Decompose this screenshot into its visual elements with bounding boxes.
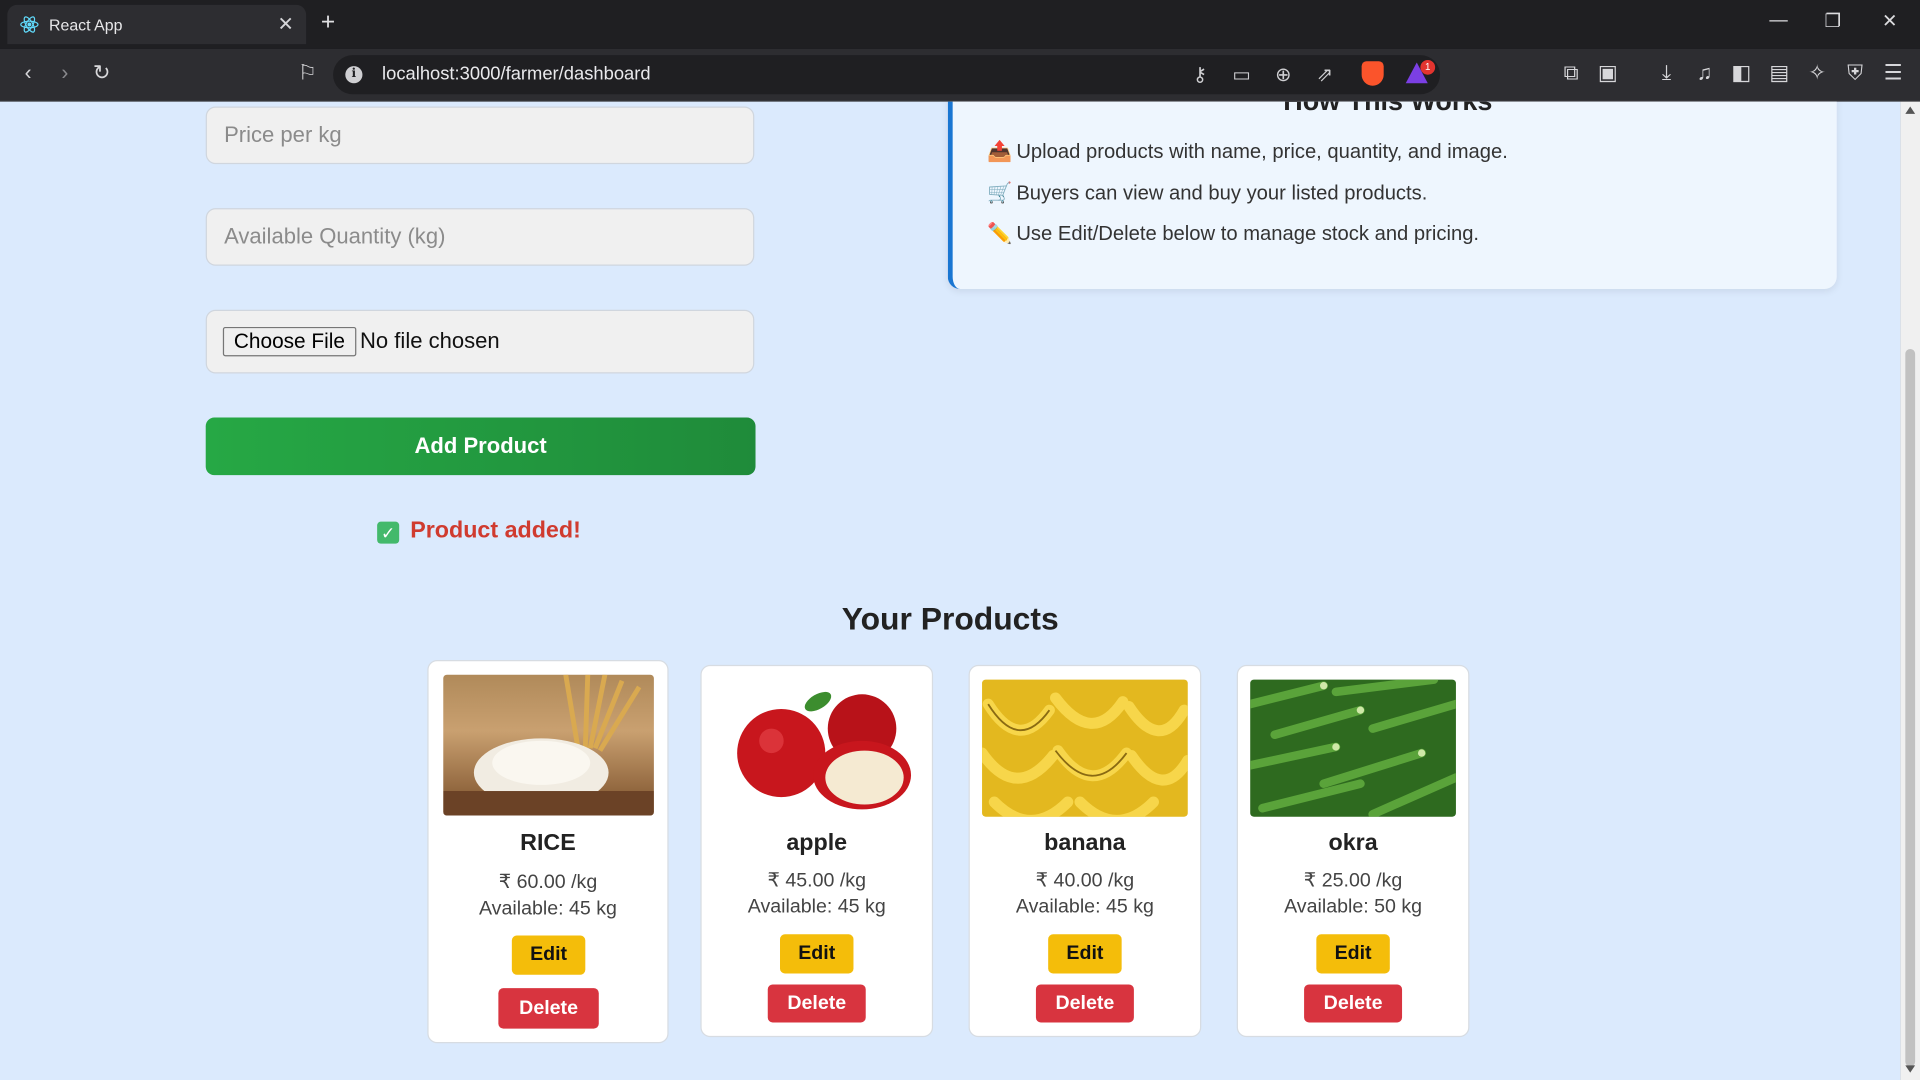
product-card: okra ₹ 25.00 /kg Available: 50 kg Edit D… <box>1236 664 1470 1038</box>
new-tab-icon[interactable]: + <box>321 9 335 37</box>
rewards-badge: 1 <box>1420 60 1436 75</box>
product-availability: Available: 45 kg <box>1015 896 1154 918</box>
how-item-text: Use Edit/Delete below to manage stock an… <box>1016 222 1480 245</box>
products-section-title: Your Products <box>841 600 1059 637</box>
price-input[interactable] <box>206 107 754 163</box>
status-text: Product added! <box>410 517 581 544</box>
scrollbar-thumb[interactable] <box>1905 348 1916 1067</box>
vpn-icon[interactable]: ⛨ <box>1842 60 1869 87</box>
browser-tab[interactable]: React App ✕ <box>7 4 307 45</box>
how-item: ✏️ Use Edit/Delete below to manage stock … <box>987 223 1479 246</box>
how-it-works-title: How This Works <box>1283 102 1492 118</box>
delete-button[interactable]: Delete <box>767 984 866 1023</box>
reader-icon[interactable]: ▣ <box>1594 60 1621 87</box>
delete-button[interactable]: Delete <box>1304 984 1403 1023</box>
check-icon: ✓ <box>377 521 400 544</box>
forward-icon[interactable]: › <box>51 60 78 87</box>
share-icon[interactable]: ⇗ <box>1313 62 1337 86</box>
product-availability: Available: 45 kg <box>478 898 617 920</box>
edit-button[interactable]: Edit <box>511 935 586 975</box>
address-bar[interactable]: i localhost:3000/farmer/dashboard ⚷ ▭ ⊕ … <box>333 55 1441 95</box>
edit-button[interactable]: Edit <box>780 934 854 974</box>
choose-file-button[interactable]: Choose File <box>222 326 356 357</box>
upload-icon: 📤 <box>986 140 1013 163</box>
extensions-icon[interactable]: ⧉ <box>1558 60 1585 87</box>
product-price: ₹ 25.00 /kg <box>1303 870 1403 892</box>
product-image <box>443 674 654 816</box>
product-image <box>717 679 919 817</box>
how-item: 📤 Upload products with name, price, quant… <box>987 141 1508 164</box>
how-item: 🛒 Buyers can view and buy your listed pro… <box>987 182 1427 205</box>
product-card: apple ₹ 45.00 /kg Available: 45 kg Edit … <box>700 664 934 1038</box>
back-icon[interactable]: ‹ <box>15 60 42 87</box>
product-name: apple <box>786 830 848 856</box>
download-icon[interactable]: ⤓ <box>1653 60 1680 87</box>
sidebar-icon[interactable]: ◧ <box>1728 60 1755 87</box>
site-info-icon[interactable]: i <box>345 66 363 84</box>
browser-toolbar: ‹ › ↻ ⚐ i localhost:3000/farmer/dashboar… <box>0 48 1920 102</box>
close-tab-icon[interactable]: ✕ <box>277 12 293 36</box>
how-item-text: Upload products with name, price, quanti… <box>1016 140 1508 163</box>
scroll-up-icon[interactable] <box>1905 106 1916 114</box>
file-status-text: No file chosen <box>360 328 500 353</box>
product-name: RICE <box>520 830 576 856</box>
zoom-icon[interactable]: ⊕ <box>1271 62 1295 86</box>
url-text: localhost:3000/farmer/dashboard <box>382 63 651 85</box>
delete-button[interactable]: Delete <box>1035 984 1134 1023</box>
bookmark-icon[interactable]: ⚐ <box>294 60 321 87</box>
product-card: RICE ₹ 60.00 /kg Available: 45 kg Edit D… <box>427 660 669 1044</box>
tab-strip: React App ✕ + — ❐ ✕ <box>0 0 1920 49</box>
price-field[interactable] <box>205 106 755 165</box>
product-image <box>1250 679 1456 817</box>
cast-icon[interactable]: ▭ <box>1229 62 1253 86</box>
brave-shields-icon[interactable] <box>1361 61 1384 86</box>
cart-icon: 🛒 <box>986 182 1013 205</box>
screen: React App ✕ + — ❐ ✕ ‹ › ↻ ⚐ i localhost:… <box>0 0 1920 1080</box>
delete-button[interactable]: Delete <box>498 988 599 1029</box>
page-viewport: Choose File No file chosen Add Product ✓… <box>0 101 1901 1080</box>
product-name: banana <box>1044 830 1126 856</box>
quantity-input[interactable] <box>206 209 754 265</box>
leo-ai-icon[interactable]: ✧ <box>1804 60 1831 87</box>
product-card: banana ₹ 40.00 /kg Available: 45 kg Edit… <box>968 664 1202 1038</box>
product-availability: Available: 50 kg <box>1284 896 1423 918</box>
media-icon[interactable]: ♫ <box>1691 60 1718 87</box>
product-price: ₹ 40.00 /kg <box>1035 870 1135 892</box>
window-close-icon[interactable]: ✕ <box>1882 10 1897 32</box>
quantity-field[interactable] <box>205 208 755 266</box>
page-scrollbar[interactable] <box>1900 101 1920 1080</box>
add-product-button[interactable]: Add Product <box>205 417 756 476</box>
how-item-text: Buyers can view and buy your listed prod… <box>1016 182 1428 205</box>
menu-icon[interactable]: ☰ <box>1880 60 1907 87</box>
product-price: ₹ 45.00 /kg <box>767 870 866 892</box>
product-availability: Available: 45 kg <box>747 896 886 918</box>
product-price: ₹ 60.00 /kg <box>498 871 598 893</box>
scroll-down-icon[interactable] <box>1905 1065 1916 1073</box>
restore-icon[interactable]: ❐ <box>1825 10 1841 32</box>
minimize-icon[interactable]: — <box>1769 10 1787 31</box>
edit-button[interactable]: Edit <box>1316 934 1390 974</box>
how-it-works-card: How This Works 📤Upload products with nam… <box>947 101 1837 289</box>
key-icon[interactable]: ⚷ <box>1188 62 1212 86</box>
tab-title: React App <box>48 15 123 35</box>
product-image <box>982 679 1188 817</box>
image-file-field[interactable]: Choose File No file chosen <box>205 309 755 374</box>
edit-button[interactable]: Edit <box>1048 934 1122 974</box>
pencil-icon: ✏️ <box>986 222 1013 245</box>
reload-icon[interactable]: ↻ <box>88 60 115 87</box>
product-name: okra <box>1328 830 1378 856</box>
wallet-icon[interactable]: ▤ <box>1766 60 1793 87</box>
react-icon <box>20 16 39 33</box>
